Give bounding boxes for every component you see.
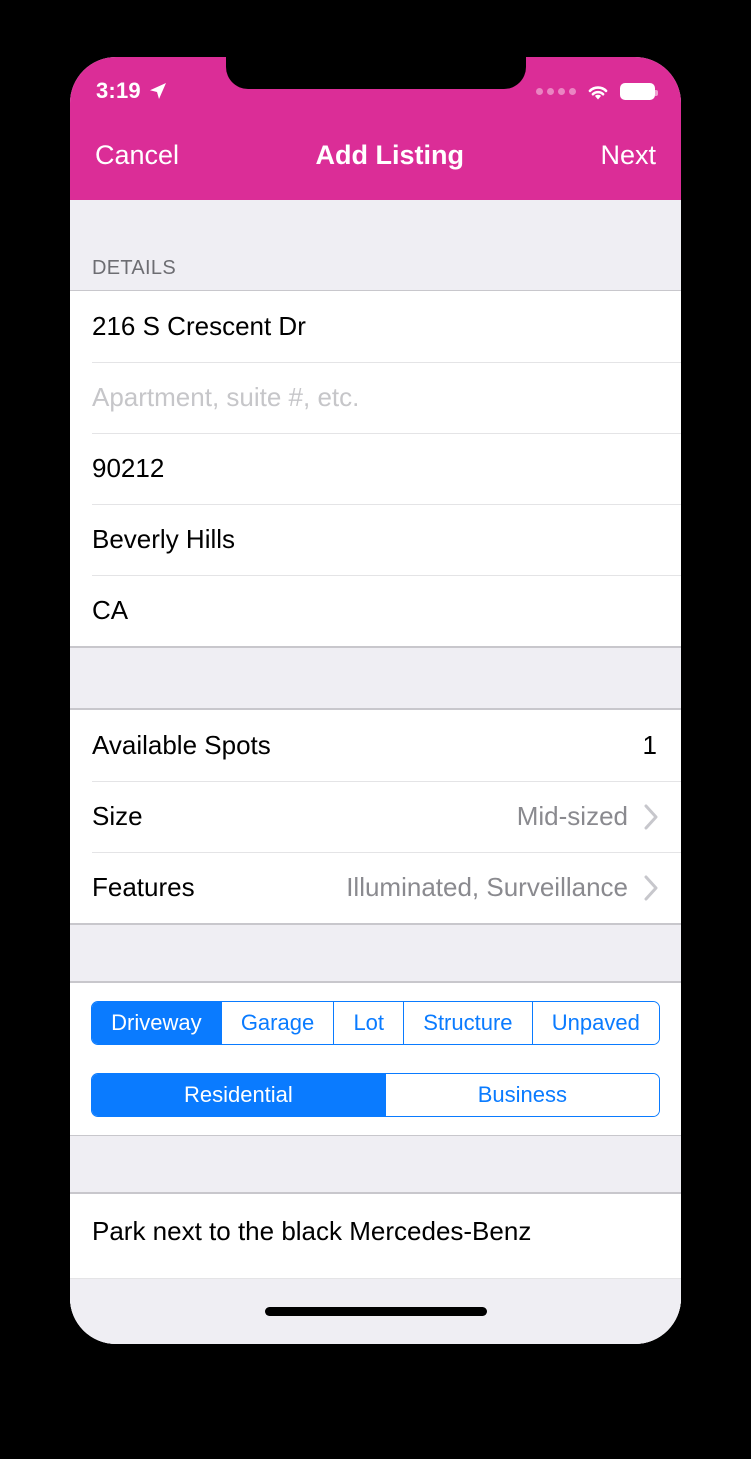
chevron-right-icon bbox=[644, 875, 658, 900]
cellular-dots-icon bbox=[536, 87, 576, 95]
available-spots-value: 1 bbox=[642, 730, 657, 760]
segment-unpaved[interactable]: Unpaved bbox=[531, 1002, 659, 1044]
state-field[interactable]: CA bbox=[70, 575, 681, 646]
device-notch bbox=[225, 57, 526, 89]
city-value: Beverly Hills bbox=[92, 524, 236, 554]
home-indicator[interactable] bbox=[264, 1307, 487, 1316]
details-section-header: DETAILS bbox=[70, 200, 681, 290]
home-indicator-area bbox=[70, 1278, 681, 1344]
features-row[interactable]: Features Illuminated, Surveillance bbox=[70, 852, 681, 923]
available-spots-label: Available Spots bbox=[92, 730, 271, 760]
section-gap-1 bbox=[70, 647, 681, 709]
segment-structure[interactable]: Structure bbox=[403, 1002, 532, 1044]
status-time: 3:19 bbox=[96, 78, 141, 103]
features-label: Features bbox=[92, 872, 195, 902]
location-arrow-icon bbox=[149, 83, 166, 99]
zip-value: 90212 bbox=[92, 453, 165, 483]
segment-residential[interactable]: Residential bbox=[92, 1074, 385, 1116]
segment-garage[interactable]: Garage bbox=[220, 1002, 334, 1044]
section-gap-3 bbox=[70, 1135, 681, 1193]
street-address-field[interactable]: 216 S Crescent Dr bbox=[70, 291, 681, 362]
segmented-controls-group: Driveway Garage Lot Structure Unpaved Re… bbox=[70, 982, 681, 1135]
chevron-right-icon bbox=[644, 804, 658, 829]
apartment-placeholder: Apartment, suite #, etc. bbox=[92, 382, 360, 412]
size-value: Mid-sized bbox=[516, 801, 628, 831]
property-type-segmented-control[interactable]: Residential Business bbox=[91, 1073, 660, 1117]
segment-driveway[interactable]: Driveway bbox=[92, 1002, 221, 1044]
available-spots-row[interactable]: Available Spots 1 bbox=[70, 710, 681, 781]
page-title: Add Listing bbox=[315, 140, 464, 170]
zip-field[interactable]: 90212 bbox=[70, 433, 681, 504]
size-row[interactable]: Size Mid-sized bbox=[70, 781, 681, 852]
apartment-field[interactable]: Apartment, suite #, etc. bbox=[70, 362, 681, 433]
street-address-value: 216 S Crescent Dr bbox=[92, 311, 306, 341]
phone-frame: 3:19 Cancel Add Listing Next DETAILS 216… bbox=[0, 0, 751, 1459]
section-gap-2 bbox=[70, 924, 681, 982]
spot-type-segmented-control[interactable]: Driveway Garage Lot Structure Unpaved bbox=[91, 1001, 660, 1045]
battery-full-icon bbox=[620, 82, 658, 100]
size-label: Size bbox=[92, 801, 143, 831]
address-fields-group: 216 S Crescent Dr Apartment, suite #, et… bbox=[70, 290, 681, 647]
segment-lot[interactable]: Lot bbox=[333, 1002, 404, 1044]
segment-business[interactable]: Business bbox=[384, 1074, 659, 1116]
cancel-button[interactable]: Cancel bbox=[95, 140, 179, 171]
navigation-bar: Cancel Add Listing Next bbox=[70, 111, 681, 200]
listing-form: DETAILS 216 S Crescent Dr Apartment, sui… bbox=[70, 200, 681, 1344]
state-value: CA bbox=[92, 595, 129, 625]
spot-details-group: Available Spots 1 Size Mid-sized Feature… bbox=[70, 709, 681, 924]
next-button[interactable]: Next bbox=[600, 140, 656, 171]
device-screen: 3:19 Cancel Add Listing Next DETAILS 216… bbox=[70, 57, 681, 1344]
status-bar-right bbox=[536, 82, 658, 101]
navigation-bar-area: 3:19 Cancel Add Listing Next bbox=[70, 57, 681, 200]
features-value: Illuminated, Surveillance bbox=[346, 872, 628, 902]
wifi-icon bbox=[588, 85, 608, 99]
city-field[interactable]: Beverly Hills bbox=[70, 504, 681, 575]
status-bar-left: 3:19 bbox=[96, 78, 168, 104]
